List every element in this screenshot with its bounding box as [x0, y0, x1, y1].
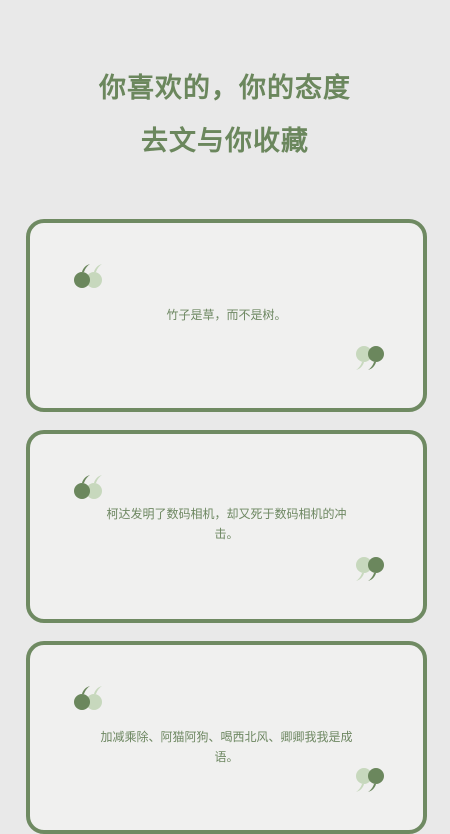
page-subtitle: 去文与你收藏 [141, 126, 309, 157]
quote-card[interactable]: 加减乘除、阿猫阿狗、喝西北风、卿卿我我是成语。 [26, 641, 427, 834]
quote-text: 柯达发明了数码相机，却又死于数码相机的冲击。 [106, 507, 347, 541]
quote-text: 竹子是草，而不是树。 [166, 308, 287, 322]
quote-card[interactable]: 竹子是草，而不是树。 [26, 219, 427, 412]
page-title: 你喜欢的，你的态度 [99, 73, 351, 104]
close-quote-icon [356, 768, 384, 792]
close-quote-icon [356, 557, 384, 581]
close-quote-icon [356, 346, 384, 370]
quote-card[interactable]: 柯达发明了数码相机，却又死于数码相机的冲击。 [26, 430, 427, 623]
open-quote-icon [74, 686, 102, 710]
open-quote-icon [74, 264, 102, 288]
open-quote-icon [74, 475, 102, 499]
quote-text: 加减乘除、阿猫阿狗、喝西北风、卿卿我我是成语。 [100, 730, 353, 764]
